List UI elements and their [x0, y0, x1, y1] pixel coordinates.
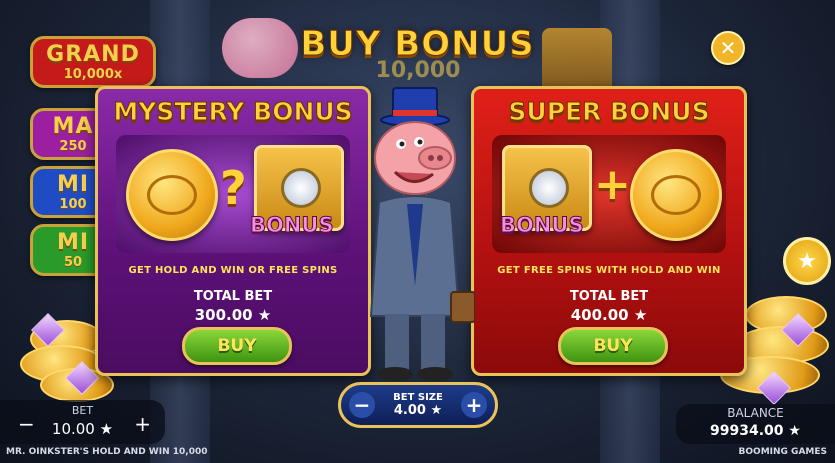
bet-size-decrease-button[interactable]: − — [349, 392, 375, 418]
mystery-bonus-panel: MYSTERY BONUS ? BONUS GET HOLD AND WIN O… — [95, 86, 371, 376]
question-mark-icon: ? — [220, 161, 247, 215]
jackpot-mini-label: MI — [56, 230, 90, 255]
mystery-buy-button[interactable]: BUY — [182, 327, 292, 365]
super-bonus-art: BONUS + — [492, 135, 726, 253]
bet-size-control: − BET SIZE 4.00 ★ + — [338, 382, 498, 428]
page-title: BUY BONUS — [300, 24, 535, 65]
balance-label: BALANCE — [727, 406, 784, 420]
bet-increase-button[interactable]: + — [134, 412, 151, 436]
close-button[interactable]: ✕ — [711, 31, 745, 65]
super-total-bet-label: TOTAL BET — [569, 289, 649, 304]
pig-coin-icon — [126, 149, 218, 241]
pig-coin-icon — [630, 149, 722, 241]
bet-size-label: BET SIZE — [393, 392, 443, 403]
bonus-tag: BONUS — [250, 213, 335, 238]
balance-panel: BALANCE 99934.00 ★ — [676, 404, 835, 444]
jackpot-grand-value: 10,000x — [63, 67, 123, 82]
mystery-bonus-title: MYSTERY BONUS — [113, 97, 353, 127]
super-buy-button[interactable]: BUY — [558, 327, 668, 365]
mystery-bonus-description: GET HOLD AND WIN OR FREE SPINS — [128, 265, 338, 276]
pig-mascot-icon — [369, 87, 475, 381]
plus-icon: + — [594, 159, 631, 210]
mystery-buy-label: BUY — [217, 336, 257, 356]
super-buy-label: BUY — [593, 336, 633, 356]
super-bonus-title: SUPER BONUS — [508, 97, 710, 127]
bonus-tag: BONUS — [500, 213, 585, 238]
mystery-total-bet-value: 300.00 ★ — [194, 306, 272, 324]
bet-size-increase-button[interactable]: + — [460, 392, 487, 418]
jackpot-mini-value: 50 — [63, 255, 83, 270]
mystery-bonus-art: ? BONUS — [116, 135, 350, 253]
jackpot-major-value: 250 — [59, 139, 87, 154]
super-bonus-description: GET FREE SPINS WITH HOLD AND WIN — [497, 265, 721, 276]
balance-value: 99934.00 ★ — [710, 423, 801, 439]
super-bonus-panel: SUPER BONUS BONUS + GET FREE SPINS WITH … — [471, 86, 747, 376]
jackpot-major-label: MA — [52, 114, 94, 139]
footer-brand: BOOMING GAMES — [738, 447, 827, 457]
super-total-bet-value: 400.00 ★ — [570, 306, 648, 324]
close-icon: ✕ — [719, 36, 737, 60]
bet-size-value: 4.00 ★ — [393, 403, 443, 418]
bet-panel: − BET 10.00 ★ + — [0, 400, 165, 444]
jackpot-minor-label: MI — [56, 172, 90, 197]
mystery-total-bet-label: TOTAL BET — [193, 289, 273, 304]
star-icon[interactable]: ★ — [783, 237, 831, 285]
jackpot-minor-value: 100 — [59, 197, 87, 212]
footer-game-name: MR. OINKSTER'S HOLD AND WIN 10,000 — [6, 447, 208, 457]
bet-size-display: BET SIZE 4.00 ★ — [393, 392, 443, 418]
